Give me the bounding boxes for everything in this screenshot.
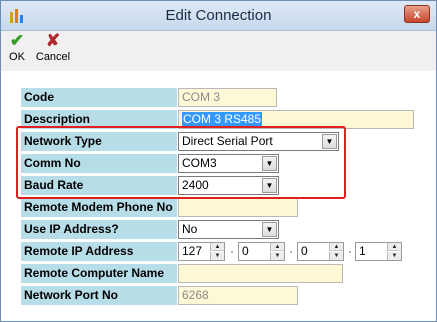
ip-octet-1-value: 127 [182, 244, 203, 258]
spin-down-icon[interactable]: ▼ [387, 252, 401, 260]
ip-separator: · [230, 244, 234, 258]
spin-up-icon[interactable]: ▲ [387, 243, 401, 251]
title-bar: Edit Connection x [1, 1, 436, 31]
use-ip-label: Use IP Address? [21, 220, 177, 239]
ip-octet-4[interactable]: 1 ▲ ▼ [355, 242, 402, 261]
remote-ip-label: Remote IP Address [21, 242, 177, 261]
spin-up-icon[interactable]: ▲ [210, 243, 224, 251]
toolbar: ✔ OK ✘ Cancel [1, 31, 436, 71]
remote-computer-name-label: Remote Computer Name [21, 264, 177, 283]
cancel-button[interactable]: ✘ Cancel [35, 31, 71, 63]
network-port-label: Network Port No [21, 286, 177, 305]
ip-octet-3[interactable]: 0 ▲ ▼ [297, 242, 344, 261]
cancel-label: Cancel [35, 51, 71, 63]
close-icon: x [413, 7, 421, 21]
spin-up-icon[interactable]: ▲ [270, 243, 284, 251]
network-port-field[interactable]: 6268 [178, 286, 298, 305]
ip-octet-4-value: 1 [359, 244, 366, 258]
spin-up-icon[interactable]: ▲ [329, 243, 343, 251]
ip-separator: · [348, 244, 352, 258]
spin-down-icon[interactable]: ▼ [329, 252, 343, 260]
code-field[interactable]: COM 3 [178, 88, 277, 107]
ip-octet-1[interactable]: 127 ▲ ▼ [178, 242, 225, 261]
remote-modem-phone-field[interactable] [178, 198, 298, 217]
check-icon: ✔ [9, 31, 25, 50]
ip-octet-2[interactable]: 0 ▲ ▼ [238, 242, 285, 261]
description-value: COM 3 RS485 [182, 112, 263, 126]
ok-label: OK [9, 51, 25, 63]
use-ip-select[interactable]: No ▼ [178, 220, 279, 239]
remote-modem-phone-label: Remote Modem Phone No [21, 198, 177, 217]
close-button[interactable]: x [404, 5, 430, 23]
ip-octet-3-value: 0 [301, 244, 308, 258]
highlight-annotation [16, 126, 346, 199]
use-ip-value: No [182, 222, 198, 236]
x-icon: ✘ [45, 31, 61, 50]
ip-octet-2-value: 0 [242, 244, 249, 258]
code-label: Code [21, 88, 177, 107]
ip-separator: · [289, 244, 293, 258]
spin-down-icon[interactable]: ▼ [210, 252, 224, 260]
spin-down-icon[interactable]: ▼ [270, 252, 284, 260]
chevron-down-icon[interactable]: ▼ [262, 222, 277, 237]
edit-connection-window: Edit Connection x ✔ OK ✘ Cancel Code COM… [0, 0, 437, 322]
window-title: Edit Connection [165, 7, 272, 24]
ok-button[interactable]: ✔ OK [6, 31, 28, 63]
remote-computer-name-field[interactable] [178, 264, 343, 283]
